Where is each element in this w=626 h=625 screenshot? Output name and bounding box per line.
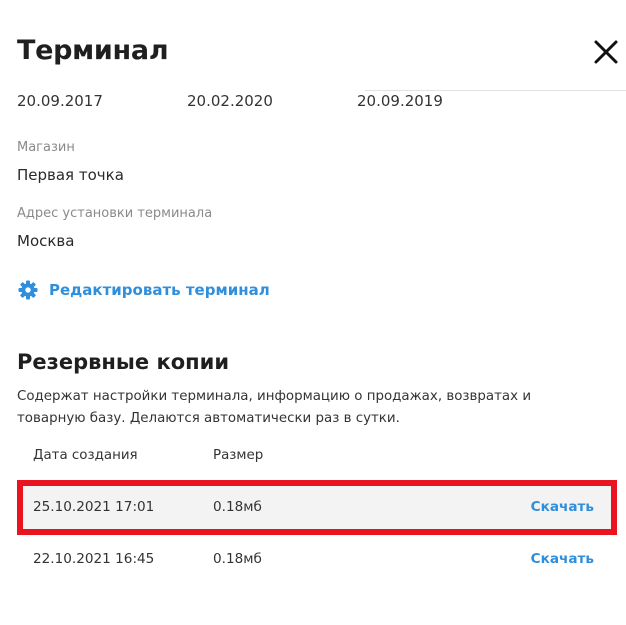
column-header-size: Размер (213, 448, 264, 463)
terminal-dates: 20.09.2017 20.02.2020 20.09.2019 (0, 91, 626, 111)
address-label: Адрес установки терминала (17, 206, 213, 221)
terminal-panel: Терминал 20.09.2017 20.02.2020 20.09.201… (0, 0, 626, 625)
backup-size: 0.18мб (213, 499, 262, 515)
date-value-1: 20.09.2017 (17, 92, 103, 110)
backups-description: Содержат настройки терминала, информацию… (17, 389, 532, 426)
edit-terminal-link[interactable]: Редактировать терминал (18, 279, 270, 301)
download-link[interactable]: Скачать (531, 550, 594, 568)
backup-date: 22.10.2021 16:45 (33, 551, 155, 567)
close-icon (594, 40, 618, 64)
download-link[interactable]: Скачать (531, 498, 594, 516)
table-row: 22.10.2021 16:45 0.18мб Скачать (17, 535, 617, 587)
backups-title: Резервные копии (17, 350, 230, 374)
edit-terminal-label: Редактировать терминал (49, 281, 270, 299)
store-label: Магазин (17, 140, 75, 155)
column-header-date: Дата создания (33, 448, 138, 463)
page-title: Терминал (17, 35, 169, 66)
backup-date: 25.10.2021 17:01 (33, 499, 155, 515)
backup-size: 0.18мб (213, 551, 262, 567)
table-row-highlighted: 25.10.2021 17:01 0.18мб Скачать (17, 480, 617, 535)
date-value-3: 20.09.2019 (357, 92, 443, 110)
gear-icon (18, 280, 38, 300)
close-button[interactable] (590, 36, 622, 68)
date-value-2: 20.02.2020 (187, 92, 273, 110)
store-value: Первая точка (17, 166, 124, 184)
address-value: Москва (17, 232, 75, 250)
